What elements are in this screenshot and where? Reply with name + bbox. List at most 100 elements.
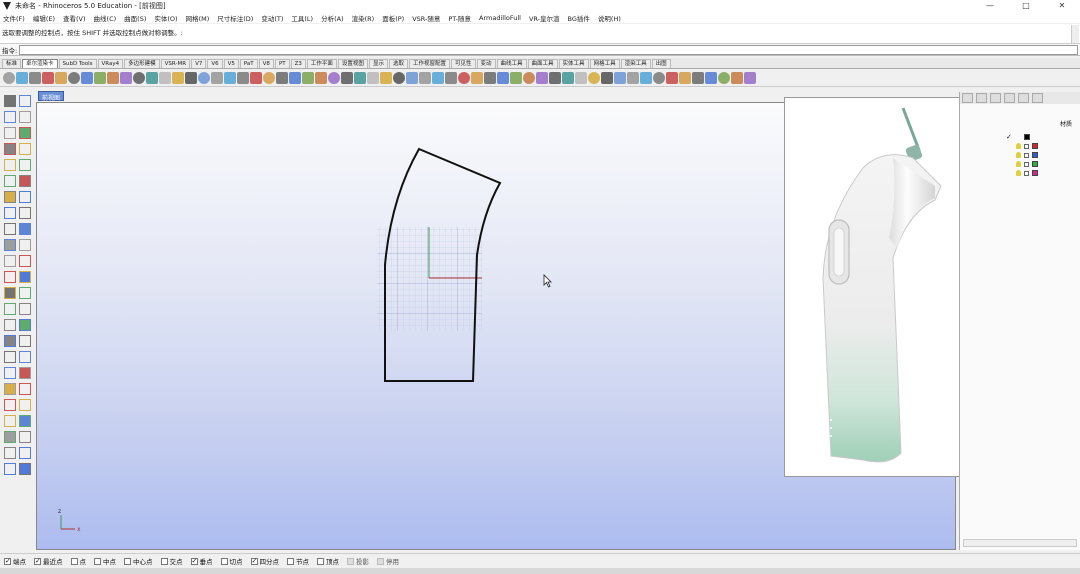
osnap-checkbox[interactable] [220,557,228,565]
panel-scrollbar[interactable] [963,539,1077,547]
toolbox-tool-icon[interactable] [19,223,31,235]
toolbar-tool-icon[interactable] [224,72,236,84]
toolbox-tool-icon[interactable] [19,255,31,267]
menu-item[interactable]: VSR-随意 [412,13,440,23]
toolbox-tool-icon[interactable] [4,159,16,171]
menu-item[interactable]: ArmadilloFull [479,14,521,22]
toolbar-tool-icon[interactable] [263,72,275,84]
toolbox-tool-icon[interactable] [4,383,16,395]
toolbox-tool-icon[interactable] [4,463,16,475]
toolbar-tool-icon[interactable] [614,72,626,84]
panel-tab-library[interactable] [1032,93,1043,103]
osnap-checkbox[interactable] [347,557,354,565]
toolbar-tab[interactable]: VRay4 [97,59,124,68]
toolbox-tool-icon[interactable] [19,367,31,379]
toolbar-tab[interactable]: 渲染工具 [620,59,651,68]
toolbox-tool-icon[interactable] [4,255,16,267]
toolbox-tool-icon[interactable] [19,239,31,251]
osnap-option[interactable]: 中点 [94,556,116,566]
toolbar-tool-icon[interactable] [458,72,470,84]
osnap-checkbox[interactable] [34,557,41,565]
toolbar-tool-icon[interactable] [471,72,483,84]
menu-item[interactable]: 尺寸标注(D) [217,13,253,23]
toolbox-tool-icon[interactable] [19,143,31,155]
toolbox-tool-icon[interactable] [4,447,16,459]
toolbar-tool-icon[interactable] [575,72,587,84]
osnap-checkbox[interactable] [160,557,168,565]
menu-item[interactable]: 查看(V) [63,13,86,23]
toolbar-tool-icon[interactable] [159,72,171,84]
layer-color-swatch[interactable] [1032,161,1038,167]
panel-tab-help[interactable] [1004,93,1015,103]
osnap-option[interactable]: 最近点 [34,556,63,566]
toolbar-tool-icon[interactable] [29,72,41,84]
toolbox-tool-icon[interactable] [19,287,31,299]
osnap-option[interactable]: 四分点 [250,556,279,566]
toolbar-tool-icon[interactable] [94,72,106,84]
toolbar-tool-icon[interactable] [679,72,691,84]
toolbar-tab[interactable]: 选取 [388,59,408,68]
toolbar-tool-icon[interactable] [237,72,249,84]
toolbox-tool-icon[interactable] [4,175,16,187]
toolbar-tab[interactable]: V8 [258,59,274,68]
toolbox-tool-icon[interactable] [19,335,31,347]
toolbar-tool-icon[interactable] [16,72,28,84]
layer-color-swatch[interactable] [1032,143,1038,149]
toolbar-tab[interactable]: PT [274,59,290,68]
layer-lock-icon[interactable] [1024,143,1029,149]
osnap-checkbox[interactable] [70,557,78,565]
osnap-checkbox[interactable] [124,557,131,565]
toolbox-tool-icon[interactable] [4,399,16,411]
toolbar-tool-icon[interactable] [341,72,353,84]
toolbox-tool-icon[interactable] [4,367,16,379]
command-input[interactable] [19,44,1078,55]
osnap-checkbox[interactable] [190,557,198,565]
osnap-option[interactable]: 切点 [220,556,243,566]
toolbox-tool-icon[interactable] [4,415,16,427]
osnap-option[interactable]: 垂点 [190,556,213,566]
toolbar-tool-icon[interactable] [731,72,743,84]
toolbar-tab[interactable]: 变动 [476,59,496,68]
toolbox-tool-icon[interactable] [19,319,31,331]
toolbar-tool-icon[interactable] [198,72,210,84]
toolbox-tool-icon[interactable] [4,335,16,347]
toolbar-tool-icon[interactable] [146,72,158,84]
osnap-option[interactable]: 顶点 [317,556,339,566]
toolbox-tool-icon[interactable] [19,463,31,475]
toolbar-tool-icon[interactable] [692,72,704,84]
menu-item[interactable]: 实体(O) [154,13,177,23]
menu-item[interactable]: 变动(T) [261,13,283,23]
layer-visibility-icon[interactable] [1016,143,1021,149]
panel-tab-render[interactable] [1018,93,1029,103]
toolbar-tool-icon[interactable] [55,72,67,84]
menu-item[interactable]: PT-随意 [448,13,471,23]
toolbar-tool-icon[interactable] [185,72,197,84]
toolbox-tool-icon[interactable] [19,415,31,427]
toolbox-tool-icon[interactable] [19,191,31,203]
toolbar-tab[interactable]: 网格工具 [589,59,620,68]
osnap-checkbox[interactable] [317,557,324,565]
toolbar-tool-icon[interactable] [406,72,418,84]
toolbar-tab[interactable]: VSR-MR [160,59,191,68]
toolbar-tool-icon[interactable] [666,72,678,84]
toolbar-tab[interactable]: V6 [207,59,223,68]
toolbar-tab[interactable]: 卓尔渲染卡 [22,59,58,68]
toolbar-tool-icon[interactable] [3,72,15,84]
toolbar-tool-icon[interactable] [380,72,392,84]
layer-color-swatch[interactable] [1032,152,1038,158]
layer-lock-icon[interactable] [1024,170,1029,176]
toolbar-tool-icon[interactable] [601,72,613,84]
layer-visibility-icon[interactable] [1016,161,1021,167]
toolbar-tool-icon[interactable] [354,72,366,84]
layer-row[interactable]: ✓ [1006,133,1030,141]
osnap-checkbox[interactable] [250,557,258,565]
toolbox-tool-icon[interactable] [4,351,16,363]
toolbar-tool-icon[interactable] [445,72,457,84]
osnap-option[interactable]: 端点 [4,556,26,566]
menu-item[interactable]: 网格(M) [186,13,210,23]
toolbox-tool-icon[interactable] [4,287,16,299]
toolbox-tool-icon[interactable] [4,207,16,219]
layer-color-swatch[interactable] [1023,134,1030,140]
toolbar-tool-icon[interactable] [393,72,405,84]
toolbar-tool-icon[interactable] [328,72,340,84]
